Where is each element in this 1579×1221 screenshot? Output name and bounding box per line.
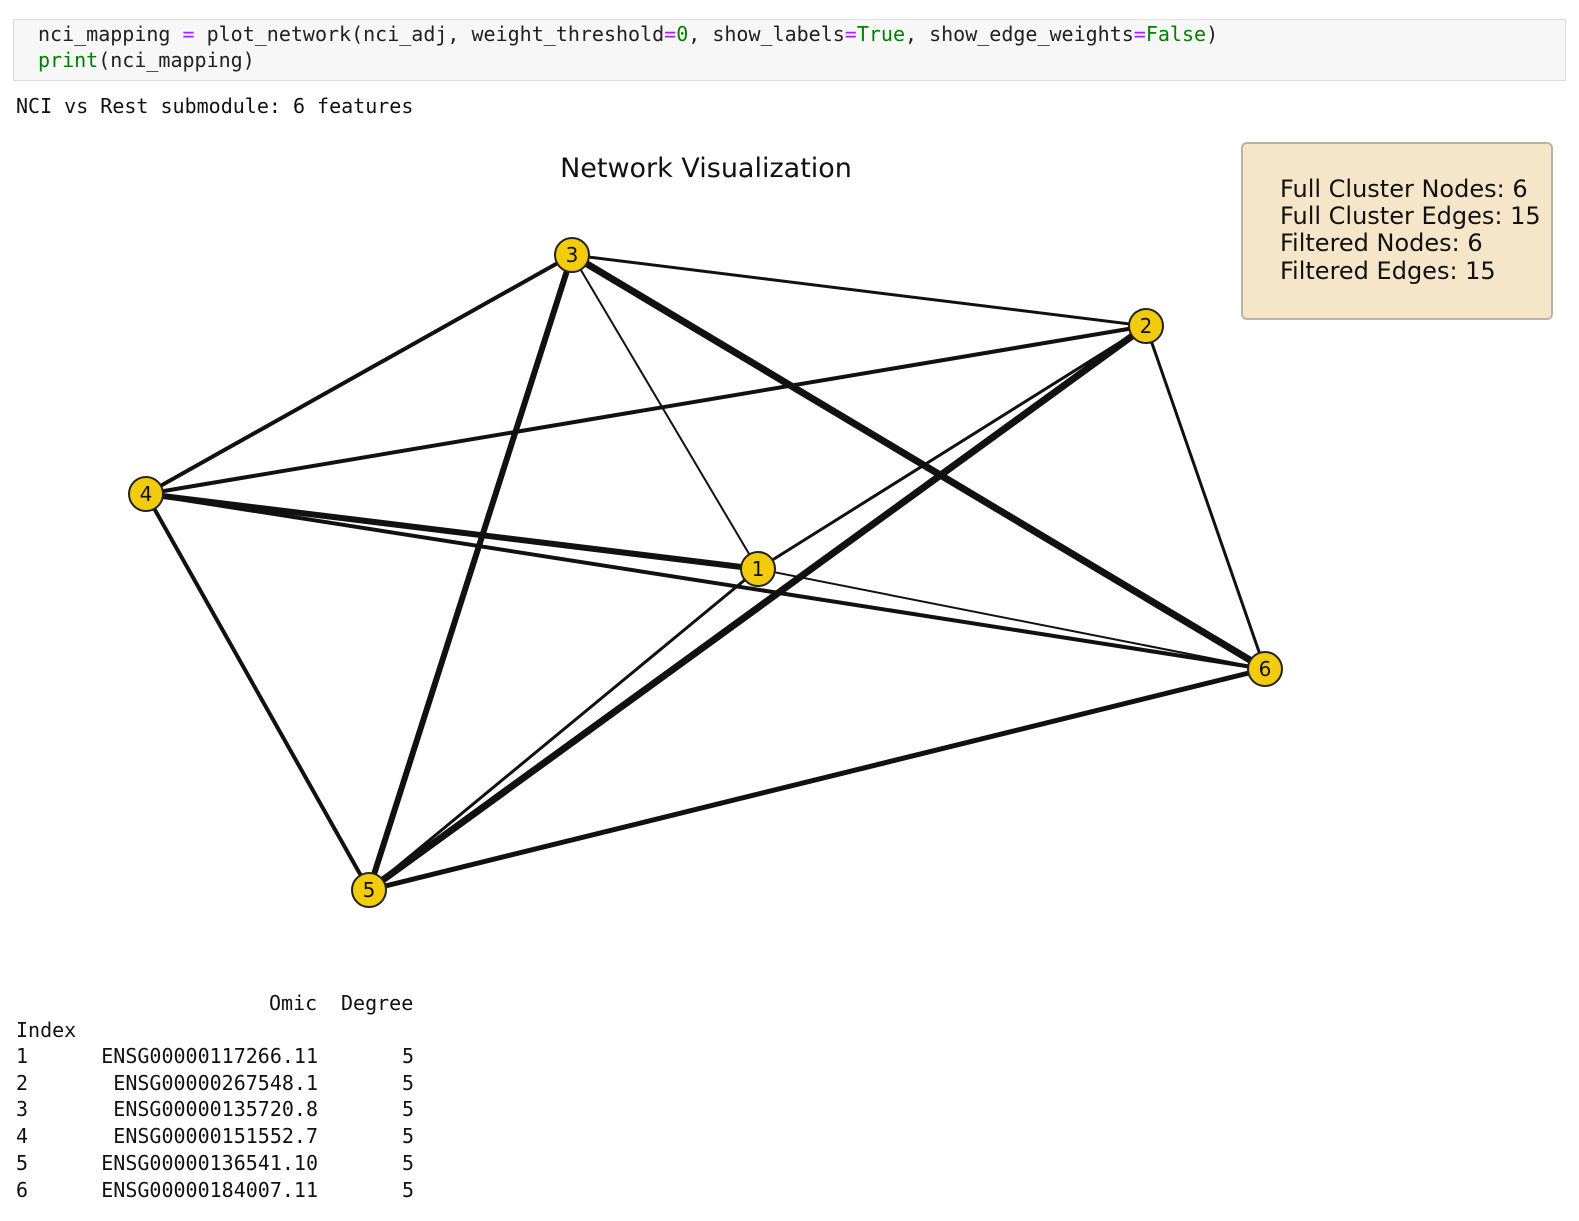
code-op: = bbox=[1133, 22, 1146, 46]
stats-box: Full Cluster Nodes: 6 Full Cluster Edges… bbox=[1241, 142, 1553, 320]
code-keyword: False bbox=[1145, 22, 1207, 46]
node-label: 4 bbox=[140, 482, 153, 506]
table-row: 2 ENSG00000267548.1 5 bbox=[16, 1070, 436, 1096]
network-figure: Network Visualization 1 2 3 4 5 6 Full Cluste… bbox=[128, 142, 1553, 908]
row-degree: 5 bbox=[401, 1097, 414, 1122]
code-paren: ) bbox=[1206, 22, 1219, 46]
code-arg: , show_edge_weights bbox=[905, 22, 1134, 46]
row-degree: 5 bbox=[401, 1177, 414, 1202]
index-header: Index bbox=[16, 1018, 77, 1042]
table-row: 4 ENSG00000151552.7 5 bbox=[16, 1123, 436, 1149]
column-header-degree: Degree bbox=[341, 991, 414, 1015]
edge-1-6 bbox=[757, 568, 1266, 670]
row-degree: 5 bbox=[401, 1044, 414, 1068]
row-index: 6 bbox=[16, 1177, 29, 1202]
node-label: 3 bbox=[566, 243, 579, 267]
column-header-omic: Omic bbox=[269, 991, 318, 1015]
code-number: 0 bbox=[676, 22, 689, 46]
code-op: = bbox=[182, 22, 195, 46]
stats-full-edges: Full Cluster Edges: 15 bbox=[1280, 202, 1541, 230]
table-header: Omic Degree bbox=[16, 990, 436, 1016]
edge-1-2 bbox=[756, 324, 1148, 571]
row-omic: ENSG00000267548.1 bbox=[113, 1070, 318, 1095]
row-omic: ENSG00000135720.8 bbox=[113, 1097, 318, 1122]
code-call: plot_network(nci_adj, weight_threshold bbox=[194, 22, 665, 46]
code-builtin: print bbox=[38, 48, 99, 72]
edge-4-1 bbox=[143, 491, 761, 572]
row-index: 3 bbox=[16, 1097, 29, 1122]
table-row: 6 ENSG00000184007.11 5 bbox=[16, 1177, 436, 1203]
stats-full-nodes: Full Cluster Nodes: 6 bbox=[1280, 175, 1528, 203]
node-1[interactable]: 1 bbox=[740, 551, 776, 587]
output-header: NCI vs Rest submodule: 6 features bbox=[16, 94, 414, 118]
node-label: 2 bbox=[1140, 314, 1153, 338]
table-row: 1 ENSG00000117266.11 5 bbox=[16, 1043, 436, 1069]
node-6[interactable]: 6 bbox=[1247, 651, 1283, 687]
code-op: = bbox=[664, 22, 677, 46]
edge-2-6 bbox=[1144, 324, 1267, 671]
edge-3-2 bbox=[570, 253, 1148, 328]
node-4[interactable]: 4 bbox=[128, 476, 164, 512]
network-title: Network Visualization bbox=[560, 153, 852, 184]
node-2[interactable]: 2 bbox=[1128, 308, 1164, 344]
row-omic: ENSG00000117266.11 bbox=[101, 1044, 318, 1068]
edges-layer bbox=[143, 251, 1269, 894]
node-label: 1 bbox=[752, 557, 765, 581]
code-var: nci_mapping bbox=[38, 22, 183, 46]
row-degree: 5 bbox=[401, 1124, 414, 1149]
table-row: 5 ENSG00000136541.10 5 bbox=[16, 1150, 436, 1176]
edge-2-5 bbox=[365, 322, 1150, 894]
table-row: 3 ENSG00000135720.8 5 bbox=[16, 1096, 436, 1122]
stats-filtered-nodes: Filtered Nodes: 6 bbox=[1280, 229, 1483, 257]
code-cell[interactable]: nci_mapping = plot_network(nci_adj, weig… bbox=[13, 19, 1566, 81]
node-label: 6 bbox=[1259, 657, 1272, 681]
stats-filtered-edges: Filtered Edges: 15 bbox=[1280, 257, 1496, 285]
row-index: 5 bbox=[16, 1150, 29, 1175]
row-omic: ENSG00000136541.10 bbox=[101, 1150, 318, 1175]
row-index: 4 bbox=[16, 1124, 29, 1149]
node-3[interactable]: 3 bbox=[554, 237, 590, 273]
code-arg: , show_labels bbox=[688, 22, 845, 46]
code-op: = bbox=[844, 22, 857, 46]
row-index: 1 bbox=[16, 1044, 29, 1068]
row-omic: ENSG00000184007.11 bbox=[101, 1177, 318, 1202]
node-5[interactable]: 5 bbox=[351, 872, 387, 908]
node-label: 5 bbox=[363, 878, 376, 902]
edge-3-1 bbox=[571, 254, 759, 570]
code-keyword: True bbox=[856, 22, 906, 46]
code-args: (nci_mapping) bbox=[98, 48, 255, 72]
row-omic: ENSG00000151552.7 bbox=[113, 1124, 318, 1149]
row-degree: 5 bbox=[401, 1070, 414, 1095]
edge-4-5 bbox=[144, 492, 371, 892]
row-degree: 5 bbox=[401, 1150, 414, 1175]
code-line-1: nci_mapping = plot_network(nci_adj, weig… bbox=[38, 21, 1218, 47]
row-index: 2 bbox=[16, 1070, 29, 1095]
code-line-2: print(nci_mapping) bbox=[38, 47, 255, 73]
